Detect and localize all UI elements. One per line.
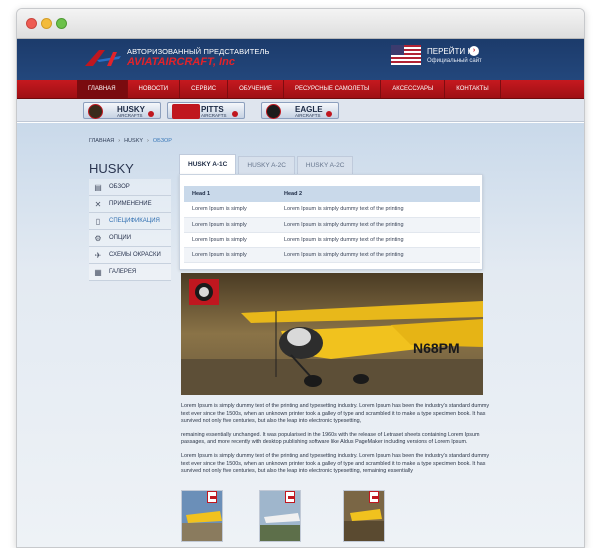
- breadcrumb-separator: ›: [118, 138, 121, 144]
- pdf-icon: [369, 491, 379, 503]
- tools-icon: ✕: [94, 199, 102, 209]
- pdf-icon: [207, 491, 217, 503]
- sidebar-item-label: ОПЦИИ: [109, 235, 132, 241]
- model-tabs: HUSKY A-1C HUSKY A-2C HUSKY A-2C: [179, 154, 355, 174]
- goto-arrow-icon[interactable]: ›: [469, 46, 479, 56]
- spec-table: Head 1 Head 2 Lorem Ipsum is simply Lore…: [184, 186, 480, 263]
- breadcrumb: ГЛАВНАЯ › HUSKY › ОБЗОР: [89, 138, 172, 144]
- column-header: Head 1: [184, 186, 276, 202]
- husky-emblem-icon: [88, 104, 103, 119]
- table-cell: Lorem Ipsum is simply dummy text of the …: [276, 217, 480, 233]
- header-tagline: АВТОРИЗОВАННЫЙ ПРЕДСТАВИТЕЛЬ: [127, 47, 270, 56]
- page-content: ГЛАВНАЯ › HUSKY › ОБЗОР HUSKY ▤ ОБЗОР ✕ ПРИМ…: [17, 123, 584, 547]
- table-cell: Lorem Ipsum is simply: [184, 202, 276, 218]
- table-cell: Lorem Ipsum is simply dummy text of the …: [276, 247, 480, 263]
- table-header-row: Head 1 Head 2: [184, 186, 480, 202]
- model-button-pitts[interactable]: PITTS AIRCRAFTS: [167, 102, 245, 119]
- nav-contacts[interactable]: КОНТАКТЫ: [445, 80, 501, 98]
- sidebar-item-application[interactable]: ✕ ПРИМЕНЕНИЕ: [89, 196, 171, 213]
- document-icon: ▯: [95, 216, 101, 226]
- nav-accessories[interactable]: АКСЕССУАРЫ: [381, 80, 446, 98]
- sidebar-item-label: ПРИМЕНЕНИЕ: [109, 201, 152, 207]
- model-sub: AIRCRAFTS: [201, 113, 227, 118]
- pdf-thumbnail[interactable]: [259, 490, 301, 542]
- pdf-thumbnail[interactable]: [181, 490, 223, 542]
- model-sub: AIRCRAFTS: [117, 113, 143, 118]
- model-sub: AIRCRAFTS: [295, 113, 321, 118]
- official-site-label[interactable]: Официальный сайт: [427, 58, 482, 64]
- eagle-emblem-icon: [266, 104, 281, 119]
- tail-number: N68PM: [413, 340, 460, 356]
- table-cell: Lorem Ipsum is simply: [184, 217, 276, 233]
- tab-husky-a1c[interactable]: HUSKY A-1C: [179, 154, 237, 174]
- main-nav: ГЛАВНАЯ НОВОСТИ СЕРВИС ОБУЧЕНИЕ РЕСУРСНЫ…: [17, 80, 584, 99]
- aircraft-illustration: N68PM: [181, 273, 483, 395]
- breadcrumb-section[interactable]: HUSKY: [124, 138, 143, 144]
- close-window-button[interactable]: [26, 18, 37, 29]
- description-text: Lorem Ipsum is simply dummy text of the …: [181, 403, 491, 482]
- sidebar-item-overview[interactable]: ▤ ОБЗОР: [89, 179, 171, 196]
- sidebar-item-label: СПЕЦИФИКАЦИЯ: [109, 218, 160, 224]
- table-cell: Lorem Ipsum is simply: [184, 247, 276, 263]
- model-button-husky[interactable]: HUSKY AIRCRAFTS: [83, 102, 161, 119]
- usa-flag-icon[interactable]: [391, 45, 421, 65]
- breadcrumb-current: ОБЗОР: [152, 138, 172, 144]
- table-row: Lorem Ipsum is simply Lorem Ipsum is sim…: [184, 217, 480, 233]
- pdf-thumbnail[interactable]: [343, 490, 385, 542]
- column-header: Head 2: [276, 186, 480, 202]
- palette-icon: ✈: [94, 250, 102, 260]
- sidebar-item-gallery[interactable]: ▦ ГАЛЕРЕЯ: [89, 264, 171, 281]
- table-row: Lorem Ipsum is simply Lorem Ipsum is sim…: [184, 232, 480, 248]
- model-nav: HUSKY AIRCRAFTS PITTS AIRCRAFTS EAGLE AI…: [17, 99, 584, 122]
- table-cell: Lorem Ipsum is simply dummy text of the …: [276, 202, 480, 218]
- nav-service[interactable]: СЕРВИС: [180, 80, 229, 98]
- aviat-logo-icon[interactable]: [83, 46, 123, 72]
- browser-titlebar: [17, 9, 584, 39]
- tab-husky-a2c[interactable]: HUSKY A-2C: [238, 156, 295, 174]
- arrow-right-icon: [232, 111, 238, 117]
- browser-window: АВТОРИЗОВАННЫЙ ПРЕДСТАВИТЕЛЬ AVIATAIRCRA…: [16, 8, 585, 548]
- table-row: Lorem Ipsum is simply Lorem Ipsum is sim…: [184, 202, 480, 218]
- description-paragraph: Lorem Ipsum is simply dummy text of the …: [181, 452, 490, 475]
- nav-training[interactable]: ОБУЧЕНИЕ: [228, 80, 285, 98]
- husky-badge-icon: [189, 279, 219, 305]
- tab-husky-a2c-second[interactable]: HUSKY A-2C: [296, 156, 354, 174]
- minimize-window-button[interactable]: [41, 18, 52, 29]
- nav-news[interactable]: НОВОСТИ: [128, 80, 181, 98]
- breadcrumb-separator: ›: [147, 138, 149, 144]
- pitts-logo-icon: [172, 104, 200, 119]
- model-button-eagle[interactable]: EAGLE AIRCRAFTS: [261, 102, 339, 119]
- description-paragraph: Lorem Ipsum is simply dummy text of the …: [181, 403, 490, 425]
- brand-name[interactable]: AVIATAIRCRAFT, Inc: [127, 56, 235, 68]
- table-cell: Lorem Ipsum is simply: [184, 232, 276, 248]
- aircraft-photo[interactable]: N68PM: [181, 273, 483, 395]
- sidebar-item-specification[interactable]: ▯ СПЕЦИФИКАЦИЯ: [89, 213, 171, 230]
- gallery-icon: ▦: [94, 267, 102, 277]
- breadcrumb-home[interactable]: ГЛАВНАЯ: [89, 138, 114, 144]
- sidebar-item-paint-schemes[interactable]: ✈ СХЕМЫ ОКРАСКИ: [89, 247, 171, 264]
- book-icon: ▤: [94, 182, 102, 192]
- nav-aircraft[interactable]: РЕСУРСНЫЕ САМОЛЕТЫ: [284, 80, 382, 98]
- table-row: Lorem Ipsum is simply Lorem Ipsum is sim…: [184, 247, 480, 263]
- maximize-window-button[interactable]: [56, 18, 67, 29]
- site-header: АВТОРИЗОВАННЫЙ ПРЕДСТАВИТЕЛЬ AVIATAIRCRA…: [17, 39, 584, 80]
- page-title: HUSKY: [89, 161, 134, 176]
- pdf-icon: [285, 491, 295, 503]
- arrow-right-icon: [148, 111, 154, 117]
- nav-home[interactable]: ГЛАВНАЯ: [77, 80, 128, 98]
- sidebar-item-options[interactable]: ⚙ ОПЦИИ: [89, 230, 171, 247]
- description-paragraph: remaining essentially unchanged. It was …: [181, 431, 480, 446]
- sidebar-item-label: СХЕМЫ ОКРАСКИ: [109, 252, 161, 258]
- sidebar-item-label: ОБЗОР: [109, 184, 130, 190]
- gear-icon: ⚙: [94, 233, 102, 243]
- table-cell: Lorem Ipsum is simply dummy text of the …: [276, 232, 480, 248]
- sidebar-menu: ▤ ОБЗОР ✕ ПРИМЕНЕНИЕ ▯ СПЕЦИФИКАЦИЯ ⚙ ОП…: [89, 179, 171, 281]
- spec-panel: Head 1 Head 2 Lorem Ipsum is simply Lore…: [179, 174, 483, 270]
- sidebar-item-label: ГАЛЕРЕЯ: [109, 269, 137, 275]
- arrow-right-icon: [326, 111, 332, 117]
